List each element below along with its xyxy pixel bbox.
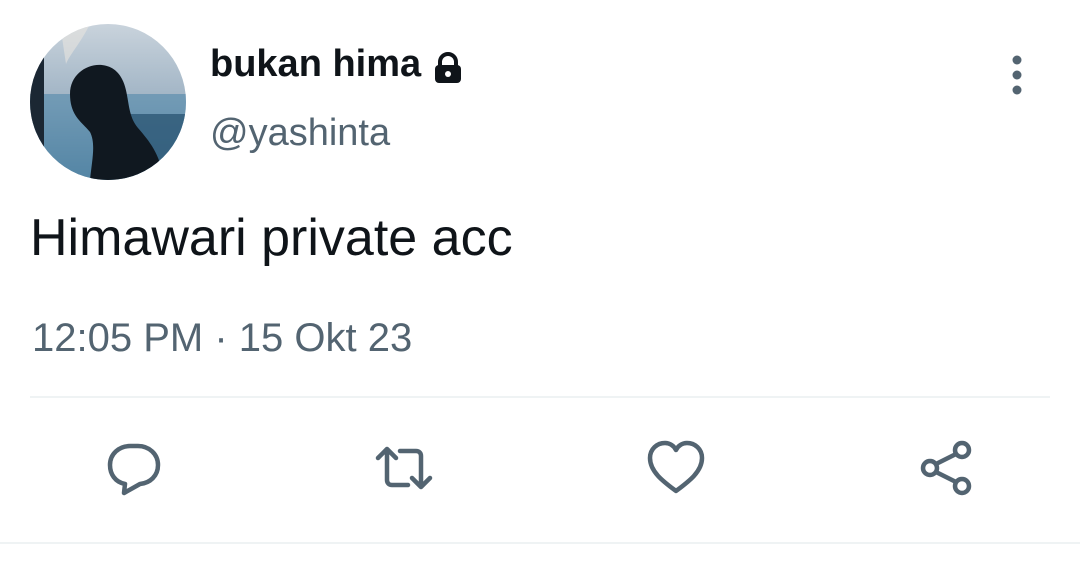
lock-icon bbox=[431, 47, 465, 83]
tweet-text: Himawari private acc bbox=[30, 209, 513, 267]
meta-separator: · bbox=[214, 316, 228, 360]
more-vertical-icon[interactable] bbox=[1000, 52, 1034, 98]
display-name[interactable]: bukan hima bbox=[210, 38, 421, 90]
tweet-meta: 12:05 PM · 15 Okt 23 bbox=[32, 310, 412, 366]
divider bbox=[30, 396, 1050, 398]
share-icon bbox=[920, 440, 972, 496]
display-name-row[interactable]: bukan hima bbox=[210, 38, 465, 90]
avatar-image bbox=[30, 24, 186, 180]
retweet-button[interactable] bbox=[374, 438, 434, 498]
heart-icon bbox=[647, 440, 705, 494]
user-handle[interactable]: @yashinta bbox=[210, 108, 390, 158]
share-button[interactable] bbox=[916, 438, 976, 498]
reply-button[interactable] bbox=[104, 438, 164, 498]
retweet-icon bbox=[375, 446, 433, 490]
reply-icon bbox=[107, 443, 161, 496]
tweet-date[interactable]: 15 Okt 23 bbox=[239, 316, 412, 360]
divider bbox=[0, 542, 1080, 544]
tweet-time[interactable]: 12:05 PM bbox=[32, 316, 203, 360]
avatar[interactable] bbox=[30, 24, 186, 180]
like-button[interactable] bbox=[646, 438, 706, 498]
